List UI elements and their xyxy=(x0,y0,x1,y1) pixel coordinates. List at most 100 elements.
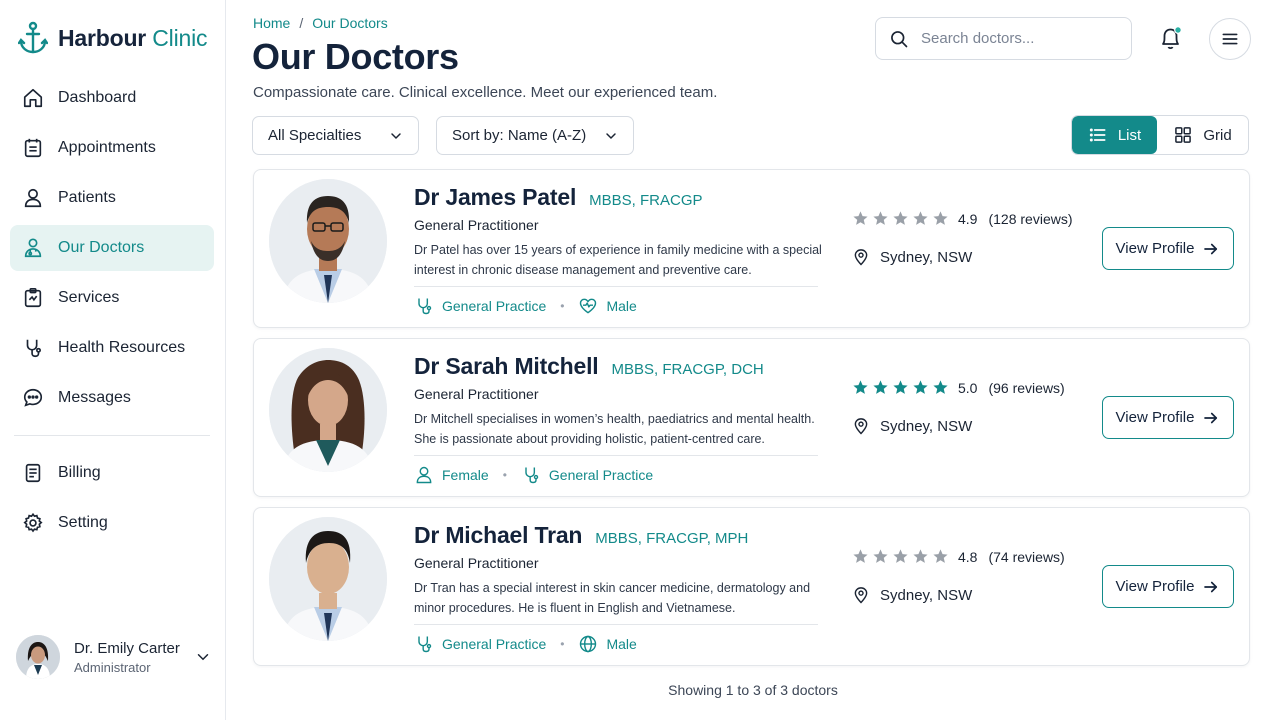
brand[interactable]: Harbour Clinic xyxy=(18,18,207,58)
clipboard-icon xyxy=(24,288,42,308)
bell-icon xyxy=(1162,26,1182,50)
star-icon xyxy=(933,211,948,225)
menu-button[interactable] xyxy=(1209,18,1251,60)
star-icon xyxy=(853,380,868,394)
sidebar-item-label: Messages xyxy=(58,389,131,406)
star-icon xyxy=(853,549,868,563)
sort-dropdown[interactable]: Sort by: Name (A-Z) xyxy=(436,116,634,155)
user-info: Dr. Emily Carter Administrator xyxy=(74,640,180,675)
doctor-name[interactable]: Dr James Patel xyxy=(414,184,576,211)
user-role: Administrator xyxy=(74,659,151,675)
star-icon xyxy=(893,549,908,563)
tag-label: Male xyxy=(606,636,637,652)
tag-gender: Male xyxy=(578,634,637,654)
doctor-name-row: Dr Michael Tran MBBS, FRACGP, MPH xyxy=(414,522,748,549)
arrow-right-icon xyxy=(1204,243,1218,254)
grid-view-button[interactable]: Grid xyxy=(1157,116,1248,154)
card-divider xyxy=(414,286,818,287)
tag-label: Female xyxy=(442,467,489,483)
doctor-name[interactable]: Dr Sarah Mitchell xyxy=(414,353,599,380)
doctor-qualifications: MBBS, FRACGP, DCH xyxy=(611,361,764,378)
rating-value: 5.0 xyxy=(958,379,978,396)
sidebar-item-services[interactable]: Services xyxy=(10,275,214,321)
list-view-button[interactable]: List xyxy=(1072,116,1157,154)
notification-button[interactable] xyxy=(1158,24,1184,52)
home-icon xyxy=(23,88,43,108)
arrow-right-icon xyxy=(1204,412,1218,423)
avatar xyxy=(16,635,60,679)
star-icon xyxy=(873,549,888,563)
search-box[interactable] xyxy=(875,17,1132,60)
star-icon xyxy=(933,380,948,394)
sidebar-item-appointments[interactable]: Appointments xyxy=(10,125,214,171)
doctor-location: Sydney, NSW xyxy=(852,247,972,267)
sidebar: Harbour Clinic Dashboard Appointments Pa… xyxy=(0,0,226,720)
sidebar-item-label: Setting xyxy=(58,514,108,531)
star-icon xyxy=(893,211,908,225)
view-profile-label: View Profile xyxy=(1115,240,1195,257)
stethoscope-icon xyxy=(26,339,41,358)
sidebar-item-patients[interactable]: Patients xyxy=(10,175,214,221)
sidebar-item-our-doctors[interactable]: Our Doctors xyxy=(10,225,214,271)
star-icon xyxy=(853,211,868,225)
tag-label: General Practice xyxy=(548,467,654,483)
tag-label: General Practice xyxy=(442,298,547,314)
doctor-qualifications: MBBS, FRACGP, MPH xyxy=(595,530,749,547)
star-icon xyxy=(913,549,928,563)
doctor-bio: Dr Mitchell specialises in women’s healt… xyxy=(414,412,815,446)
chevron-down-icon[interactable] xyxy=(194,648,212,666)
main-content: Home / Our Doctors Our Doctors Compassio… xyxy=(226,0,1280,720)
breadcrumb-separator: / xyxy=(299,15,304,31)
tag-label: Male xyxy=(606,298,637,314)
star-rating xyxy=(852,210,949,227)
doctor-rating: 5.0 (96 reviews) xyxy=(852,379,1065,396)
results-count: Showing 1 to 3 of 3 doctors xyxy=(668,682,838,698)
sidebar-item-billing[interactable]: Billing xyxy=(10,450,214,496)
search-input[interactable] xyxy=(921,30,1121,47)
sidebar-item-messages[interactable]: Messages xyxy=(10,375,214,421)
sidebar-item-health-resources[interactable]: Health Resources xyxy=(10,325,214,371)
tag-gender: Male xyxy=(578,296,637,316)
view-profile-label: View Profile xyxy=(1115,578,1195,595)
sidebar-item-label: Dashboard xyxy=(58,89,137,106)
specialty-dropdown[interactable]: All Specialties xyxy=(252,116,419,155)
sidebar-item-label: Our Doctors xyxy=(58,239,145,256)
view-profile-button[interactable]: View Profile xyxy=(1102,227,1234,270)
receipt-icon xyxy=(25,463,41,483)
doctor-card: Dr Sarah Mitchell MBBS, FRACGP, DCH Gene… xyxy=(253,338,1250,497)
view-profile-button[interactable]: View Profile xyxy=(1102,565,1234,608)
doctor-location: Sydney, NSW xyxy=(852,585,972,605)
breadcrumb-current[interactable]: Our Doctors xyxy=(312,15,387,31)
location-text: Sydney, NSW xyxy=(880,417,973,435)
grid-icon xyxy=(1175,127,1192,143)
page-subtitle: Compassionate care. Clinical excellence.… xyxy=(253,84,718,101)
location-text: Sydney, NSW xyxy=(880,248,973,266)
arrow-right-icon xyxy=(1204,581,1218,592)
review-count[interactable]: (96 reviews) xyxy=(988,380,1064,396)
user-icon xyxy=(24,188,42,208)
review-count[interactable]: (128 reviews) xyxy=(988,211,1072,227)
doctor-role: General Practitioner xyxy=(414,217,539,233)
heart-icon xyxy=(580,298,597,314)
view-profile-button[interactable]: View Profile xyxy=(1102,396,1234,439)
breadcrumb-home[interactable]: Home xyxy=(253,15,290,31)
globe-icon xyxy=(580,635,597,653)
stethoscope-icon xyxy=(418,636,432,653)
star-icon xyxy=(933,549,948,563)
doctor-photo xyxy=(269,179,387,303)
sidebar-item-dashboard[interactable]: Dashboard xyxy=(10,75,214,121)
doctor-icon xyxy=(24,238,42,258)
sidebar-item-label: Health Resources xyxy=(58,339,186,356)
sidebar-item-setting[interactable]: Setting xyxy=(10,500,214,546)
tag-gender: Female xyxy=(414,465,489,485)
sidebar-divider xyxy=(14,435,210,436)
doctor-tags: Female • General Practice xyxy=(414,465,653,485)
tag-specialty: General Practice xyxy=(414,634,546,654)
doctor-name[interactable]: Dr Michael Tran xyxy=(414,522,582,549)
sidebar-item-label: Billing xyxy=(58,464,101,481)
doctor-rating: 4.9 (128 reviews) xyxy=(852,210,1073,227)
doctor-card: Dr James Patel MBBS, FRACGP General Prac… xyxy=(253,169,1250,328)
review-count[interactable]: (74 reviews) xyxy=(988,549,1064,565)
tag-separator: • xyxy=(502,468,507,482)
user-profile[interactable]: Dr. Emily Carter Administrator xyxy=(16,632,212,682)
